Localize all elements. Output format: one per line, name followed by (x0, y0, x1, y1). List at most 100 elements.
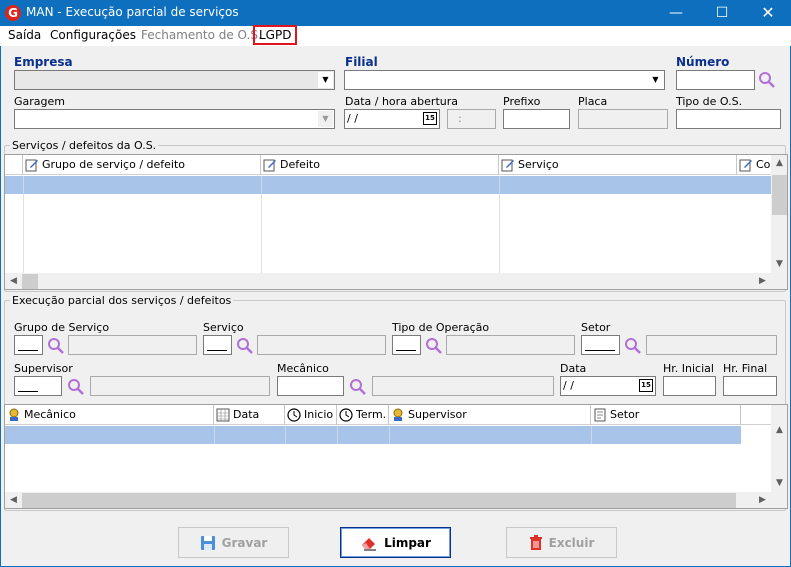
setor-code-input[interactable] (581, 335, 620, 355)
edit-icon (739, 159, 752, 172)
search-icon[interactable] (758, 71, 776, 89)
servico-label: Serviço (203, 321, 244, 334)
servicos-group-title: Serviços / defeitos da O.S. (10, 139, 159, 152)
col-label: Grupo de serviço / defeito (42, 158, 186, 171)
setor-label: Setor (581, 321, 611, 334)
limpar-label: Limpar (384, 535, 431, 550)
gravar-label: Gravar (221, 535, 268, 550)
col-label: Defeito (280, 158, 320, 171)
col-data[interactable]: Data (214, 405, 285, 425)
empresa-combo[interactable]: ▼ (14, 70, 335, 90)
grid-header: Mecânico Data Inicio Term. Supervisor Se… (5, 405, 771, 425)
table-row[interactable] (5, 426, 741, 444)
garagem-combo[interactable]: ▼ (14, 109, 335, 129)
horizontal-scrollbar[interactable]: ◀ ▶ (5, 273, 787, 289)
edit-icon (263, 159, 276, 172)
data-input[interactable]: / / 15 (560, 376, 656, 396)
grupo-servico-code-input[interactable] (14, 335, 43, 355)
date-value: / / (563, 379, 574, 392)
supervisor-code-input[interactable] (14, 376, 62, 396)
scroll-up-icon[interactable]: ▲ (771, 155, 787, 172)
vertical-scrollbar[interactable]: ▲ ▼ (771, 155, 787, 273)
scroll-right-icon[interactable]: ▶ (754, 492, 771, 508)
numero-label: Número (676, 55, 730, 69)
col-servico[interactable]: Serviço (499, 155, 737, 175)
col-mecanico[interactable]: Mecânico (5, 405, 214, 425)
hr-inicial-label: Hr. Inicial (663, 362, 714, 375)
menu-lgpd[interactable]: LGPD (252, 25, 298, 45)
vertical-scrollbar[interactable]: ▲ ▼ (771, 405, 787, 492)
search-icon[interactable] (47, 337, 65, 355)
menu-saida[interactable]: Saída (5, 28, 44, 42)
col-grupo-servico[interactable]: Grupo de serviço / defeito (23, 155, 261, 175)
table-row[interactable] (5, 176, 771, 194)
limpar-button[interactable]: Limpar (340, 527, 451, 558)
col-setor[interactable]: Setor (591, 405, 741, 425)
prefixo-input[interactable] (503, 109, 570, 129)
col-supervisor[interactable]: Supervisor (389, 405, 591, 425)
document-icon (594, 408, 606, 422)
calendar-icon[interactable]: 15 (639, 379, 653, 392)
scroll-right-icon[interactable]: ▶ (754, 273, 771, 289)
gravar-button[interactable]: Gravar (178, 527, 289, 558)
data-abertura-input[interactable]: / / 15 (344, 109, 440, 129)
data-label: Data (560, 362, 587, 375)
hora-abertura-input[interactable]: : (447, 109, 496, 129)
excluir-button[interactable]: Excluir (506, 527, 617, 558)
col-term[interactable]: Term. (337, 405, 389, 425)
tipo-os-input[interactable] (676, 109, 781, 129)
tipo-operacao-code-input[interactable] (392, 335, 421, 355)
scroll-thumb[interactable] (772, 175, 787, 215)
search-icon[interactable] (67, 378, 85, 396)
scroll-left-icon[interactable]: ◀ (5, 492, 22, 508)
scroll-thumb[interactable] (22, 493, 736, 508)
col-inicio[interactable]: Inicio (285, 405, 337, 425)
minimize-button[interactable]: — (653, 0, 699, 26)
horizontal-scrollbar[interactable]: ◀ ▶ (5, 492, 787, 508)
execucao-grid[interactable]: Mecânico Data Inicio Term. Supervisor Se… (4, 404, 788, 509)
edit-icon (501, 159, 514, 172)
title-bar: G MAN - Execução parcial de serviços — ☐… (0, 0, 791, 26)
scroll-thumb[interactable] (22, 274, 38, 289)
mecanico-code-input[interactable] (277, 376, 344, 396)
col-label: Setor (610, 408, 640, 421)
servico-desc (257, 335, 386, 355)
calendar-icon[interactable]: 15 (423, 112, 437, 125)
numero-input[interactable] (676, 70, 755, 90)
close-button[interactable]: ✕ (745, 0, 791, 26)
filial-combo[interactable]: ▼ (344, 70, 665, 90)
grupo-servico-label: Grupo de Serviço (14, 321, 110, 334)
clock-icon (339, 408, 353, 422)
col-co[interactable]: Co (737, 155, 771, 175)
col-label: Term. (356, 408, 387, 421)
placa-input (578, 109, 668, 129)
menu-configuracoes[interactable]: Configurações (47, 28, 139, 42)
servicos-grid[interactable]: Grupo de serviço / defeito Defeito Servi… (4, 154, 788, 290)
tipo-operacao-label: Tipo de Operação (392, 321, 490, 334)
save-icon (200, 535, 215, 550)
hr-final-input[interactable] (723, 376, 777, 396)
supervisor-label: Supervisor (14, 362, 73, 375)
scroll-left-icon[interactable]: ◀ (5, 273, 22, 289)
col-label: Co (756, 158, 771, 171)
supervisor-desc (90, 376, 270, 396)
calendar-icon (216, 408, 230, 422)
date-value: / / (347, 112, 358, 125)
search-icon[interactable] (624, 337, 642, 355)
scroll-up-icon[interactable]: ▲ (771, 422, 787, 439)
search-icon[interactable] (425, 337, 443, 355)
servico-code-input[interactable] (203, 335, 232, 355)
app-icon: G (5, 5, 21, 21)
scroll-down-icon[interactable]: ▼ (771, 475, 787, 492)
tipo-os-label: Tipo de O.S. (676, 95, 743, 108)
chevron-down-icon: ▼ (648, 72, 663, 88)
scroll-down-icon[interactable]: ▼ (771, 256, 787, 273)
execucao-group-title: Execução parcial dos serviços / defeitos (10, 294, 234, 307)
chevron-down-icon: ▼ (318, 111, 333, 127)
col-defeito[interactable]: Defeito (261, 155, 499, 175)
menu-fechamento-os[interactable]: Fechamento de O.S. (138, 28, 265, 42)
hr-inicial-input[interactable] (663, 376, 716, 396)
search-icon[interactable] (349, 378, 367, 396)
maximize-button[interactable]: ☐ (699, 0, 745, 26)
search-icon[interactable] (236, 337, 254, 355)
